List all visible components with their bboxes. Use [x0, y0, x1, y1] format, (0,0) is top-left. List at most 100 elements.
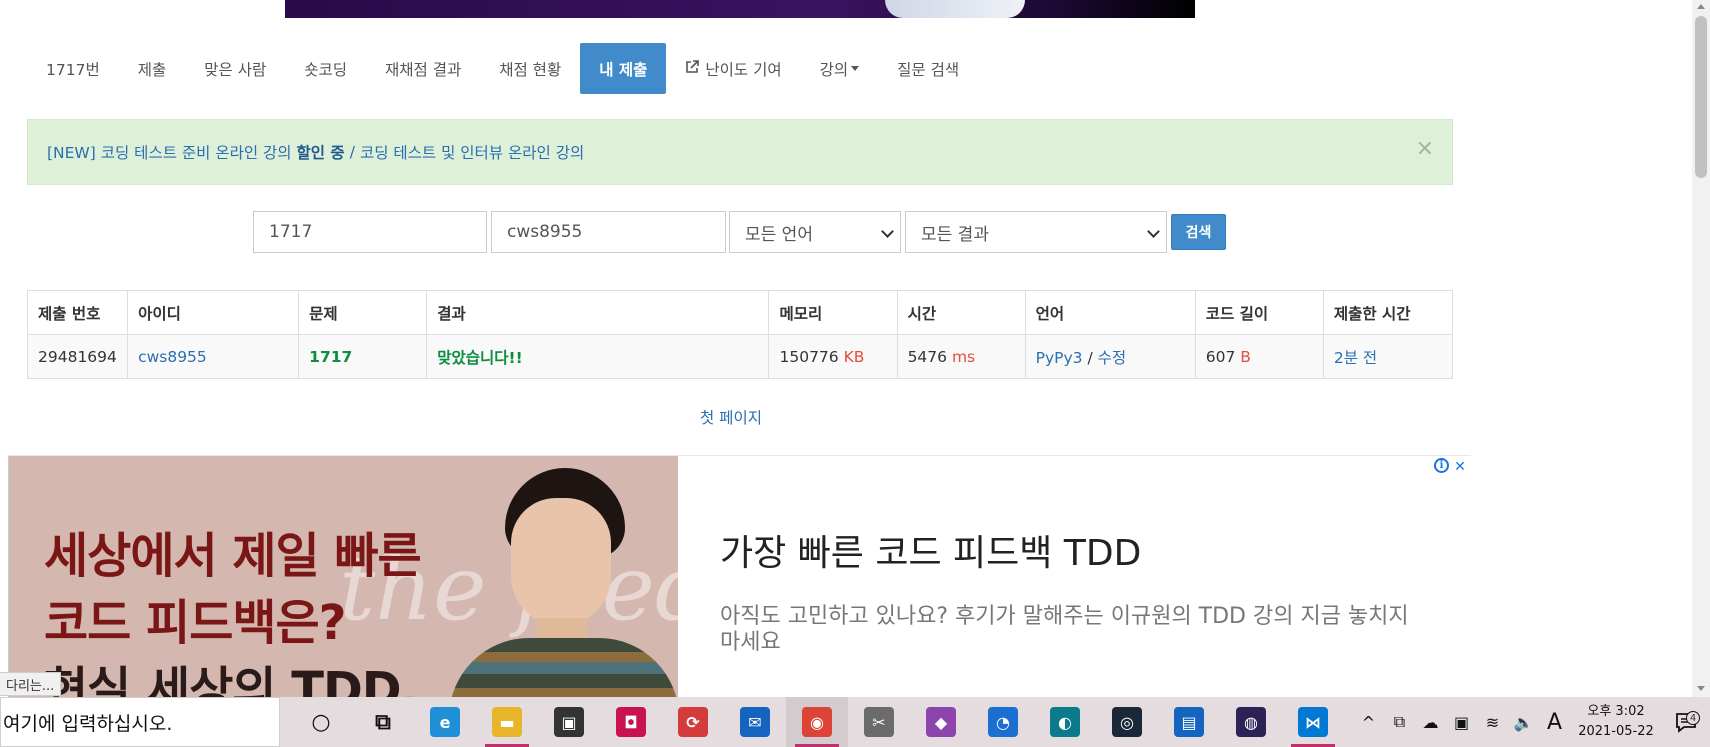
nav-submit[interactable]: 제출: [119, 43, 186, 94]
taskbar-app-sync-app[interactable]: ⟳: [662, 697, 724, 747]
scroll-up-icon[interactable]: [1697, 4, 1705, 9]
external-link-icon: [685, 59, 700, 78]
tdd-ad[interactable]: the feed 세상에서 제일 빠른 코드 피드백은? 현실 세상의 TDD.…: [8, 455, 1471, 700]
alert-close-button[interactable]: ×: [1416, 138, 1434, 160]
ad-choices: i ✕: [1434, 458, 1469, 476]
taskbar-app-eclipse[interactable]: ◍: [1220, 697, 1282, 747]
nav-question-search[interactable]: 질문 검색: [878, 43, 978, 94]
ad-info-icon[interactable]: i: [1434, 458, 1449, 473]
problem-id-input[interactable]: 1717: [253, 211, 487, 253]
taskbar-app-cortana[interactable]: ○: [290, 697, 352, 747]
col-result: 결과: [426, 290, 770, 335]
language-separator: /: [1087, 348, 1093, 367]
nav-rejudge-result[interactable]: 재채점 결과: [366, 43, 480, 94]
nav-difficulty-label: 난이도 기여: [705, 60, 782, 79]
taskbar-app-app-red[interactable]: ◘: [600, 697, 662, 747]
submitted-time-link[interactable]: 2분 전: [1334, 349, 1377, 367]
alert-discount-text: 할인 중: [296, 144, 345, 162]
ad-description[interactable]: 아직도 고민하고 있나요? 후기가 말해주는 이규원의 TDD 강의 지금 놓치…: [720, 604, 1410, 656]
col-submitted-time: 제출한 시간: [1322, 290, 1454, 335]
taskbar-app-git[interactable]: ◆: [910, 697, 972, 747]
tray-cloud-icon[interactable]: ☁: [1415, 713, 1446, 732]
user-id-input[interactable]: cws8955: [491, 211, 726, 253]
code-length-unit: B: [1240, 347, 1251, 366]
git-icon: ◆: [926, 707, 956, 737]
taskbar-app-app-teal[interactable]: ◐: [1034, 697, 1096, 747]
taskbar-app-file-explorer[interactable]: ▬: [476, 697, 538, 747]
edge-icon: e: [430, 707, 460, 737]
tray-ime-icon[interactable]: A: [1539, 710, 1570, 735]
ad-headline-2: 코드 피드백은?: [44, 595, 347, 651]
result-select[interactable]: 모든 결과: [905, 211, 1167, 253]
code-length-cell: 607 B: [1194, 334, 1324, 379]
alert-interview-link[interactable]: 코딩 테스트 및 인터뷰 온라인 강의: [360, 141, 584, 163]
ad-image[interactable]: the feed 세상에서 제일 빠른 코드 피드백은? 현실 세상의 TDD.: [8, 456, 678, 700]
chevron-down-icon: [1147, 225, 1160, 238]
time-unit: ms: [951, 347, 976, 366]
alert-text-1: [NEW] 코딩 테스트 준비 온라인 강의: [47, 144, 292, 162]
alert-lecture-link[interactable]: [NEW] 코딩 테스트 준비 온라인 강의 할인 중: [47, 141, 345, 163]
notification-count: 4: [1686, 711, 1700, 725]
nav-short-coding[interactable]: 숏코딩: [285, 43, 366, 94]
system-tray: ^ ⧉ ☁ ▣ ≋ 🔈 A 오후 3:02 2021-05-22 4: [1353, 697, 1710, 747]
nav-lectures-label: 강의: [819, 60, 849, 79]
tray-overflow-icon[interactable]: ^: [1353, 713, 1384, 732]
page-scrollbar[interactable]: [1692, 0, 1710, 697]
caret-down-icon: [851, 66, 860, 71]
steam-icon: ◎: [1112, 707, 1142, 737]
taskbar-app-edge[interactable]: e: [414, 697, 476, 747]
ad-headline-3: 현실 세상의 TDD.: [44, 662, 419, 700]
taskbar-app-snip-tool[interactable]: ✂: [848, 697, 910, 747]
col-submission-id: 제출 번호: [26, 290, 129, 335]
language-cell: PyPy3 / 수정: [1024, 334, 1196, 379]
time-cell: 5476 ms: [896, 334, 1026, 379]
ad-title[interactable]: 가장 빠른 코드 피드백 TDD: [720, 524, 1141, 576]
nav-problem-number[interactable]: 1717번: [27, 43, 119, 94]
nav-solved-users[interactable]: 맞은 사람: [185, 43, 285, 94]
language-select[interactable]: 모든 언어: [729, 211, 901, 253]
first-page-link[interactable]: 첫 페이지: [700, 406, 762, 428]
ad-close-icon[interactable]: ✕: [1451, 458, 1469, 476]
nav-judge-status[interactable]: 채점 현황: [480, 43, 580, 94]
tray-battery-icon[interactable]: ▣: [1446, 713, 1477, 732]
memory-unit: KB: [843, 347, 865, 366]
taskbar-app-vscode[interactable]: ⋈: [1282, 697, 1344, 747]
memory-value: 150776: [779, 347, 839, 366]
col-code-length: 코드 길이: [1194, 290, 1324, 335]
app-teal-icon: ◐: [1050, 707, 1080, 737]
store-icon: ▣: [554, 707, 584, 737]
task-view-icon: ⧉: [375, 709, 391, 735]
taskbar-app-mail[interactable]: ✉: [724, 697, 786, 747]
edit-link[interactable]: 수정: [1098, 349, 1127, 367]
memory-cell: 150776 KB: [768, 334, 898, 379]
tray-snip-icon[interactable]: ⧉: [1384, 712, 1415, 732]
tray-volume-icon[interactable]: 🔈: [1508, 713, 1539, 732]
ad-text-panel[interactable]: 가장 빠른 코드 피드백 TDD 아직도 고민하고 있나요? 후기가 말해주는 …: [678, 456, 1471, 700]
language-link[interactable]: PyPy3: [1036, 349, 1083, 367]
top-banner-ad[interactable]: [285, 0, 1195, 18]
submission-id: 29481694: [26, 334, 129, 379]
app-red-icon: ◘: [616, 707, 646, 737]
taskbar-app-task-view[interactable]: ⧉: [352, 697, 414, 747]
col-user-id: 아이디: [127, 290, 300, 335]
windows-taskbar: 여기에 입력하십시오. ○ ⧉ e ▬ ▣ ◘ ⟳ ✉ ◉ ✂ ◆ ◔ ◐ ◎ ▤ ◍ ⋈ ^ ⧉ ☁ ▣ ≋ …: [0, 697, 1710, 747]
taskbar-search-box[interactable]: 여기에 입력하십시오.: [0, 697, 280, 747]
taskbar-app-steam[interactable]: ◎: [1096, 697, 1158, 747]
tray-wifi-icon[interactable]: ≋: [1477, 713, 1508, 732]
search-button[interactable]: 검색: [1171, 214, 1226, 250]
taskbar-app-store[interactable]: ▣: [538, 697, 600, 747]
eclipse-icon: ◍: [1236, 707, 1266, 737]
taskbar-clock[interactable]: 오후 3:02 2021-05-22: [1570, 702, 1662, 742]
user-link[interactable]: cws8955: [138, 348, 207, 366]
nav-my-submissions[interactable]: 내 제출: [580, 43, 667, 94]
notification-center[interactable]: 4: [1662, 711, 1710, 733]
nav-lectures-dropdown[interactable]: 강의: [801, 43, 879, 94]
taskbar-app-chrome[interactable]: ◉: [786, 697, 848, 747]
scroll-down-icon[interactable]: [1697, 686, 1705, 691]
taskbar-app-reader[interactable]: ▤: [1158, 697, 1220, 747]
scrollbar-thumb[interactable]: [1695, 16, 1707, 178]
taskbar-app-app-blue[interactable]: ◔: [972, 697, 1034, 747]
problem-link[interactable]: 1717: [309, 348, 352, 366]
nav-difficulty-contribution[interactable]: 난이도 기여: [666, 43, 800, 94]
problem-nav: 1717번 제출 맞은 사람 숏코딩 재채점 결과 채점 현황 내 제출 난이도…: [27, 43, 978, 94]
